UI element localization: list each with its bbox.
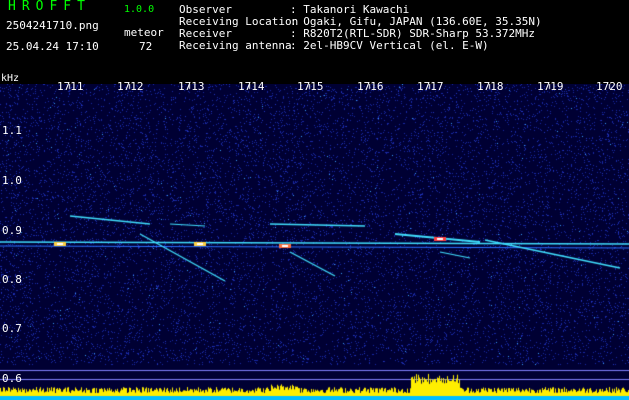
x-tick-label: 1711 bbox=[57, 80, 84, 93]
y-tick-label: 0.7 bbox=[2, 322, 22, 335]
y-tick-label: 0.9 bbox=[2, 224, 22, 237]
app-version: 1.0.0 bbox=[124, 4, 155, 15]
time-stamp: 25.04.24 17:10 bbox=[6, 40, 99, 53]
y-axis-unit: kHz bbox=[1, 73, 20, 84]
x-tick-label: 1718 bbox=[477, 80, 504, 93]
file-name: 2504241710.png bbox=[6, 19, 99, 32]
x-tick-label: 1717 bbox=[417, 80, 444, 93]
spectrogram-plot bbox=[0, 84, 629, 400]
x-tick-label: 1713 bbox=[178, 80, 205, 93]
x-tick-label: 1712 bbox=[117, 80, 144, 93]
x-tick-label: 1720 bbox=[596, 80, 623, 93]
antenna-label: Receiving antenna bbox=[179, 39, 292, 52]
x-tick-label: 1716 bbox=[357, 80, 384, 93]
x-tick-label: 1715 bbox=[297, 80, 324, 93]
antenna-value: : 2el-HB9CV Vertical (el. E-W) bbox=[290, 39, 489, 52]
x-tick-label: 1719 bbox=[537, 80, 564, 93]
y-tick-label: 0.6 bbox=[2, 372, 22, 385]
counter-type: meteor bbox=[124, 26, 164, 39]
y-tick-label: 1.0 bbox=[2, 174, 22, 187]
y-tick-label: 1.1 bbox=[2, 124, 22, 137]
x-tick-label: 1714 bbox=[238, 80, 265, 93]
meteor-count: 72 bbox=[139, 40, 153, 53]
y-tick-label: 0.8 bbox=[2, 273, 22, 286]
app-title: HROFFT bbox=[8, 0, 91, 14]
